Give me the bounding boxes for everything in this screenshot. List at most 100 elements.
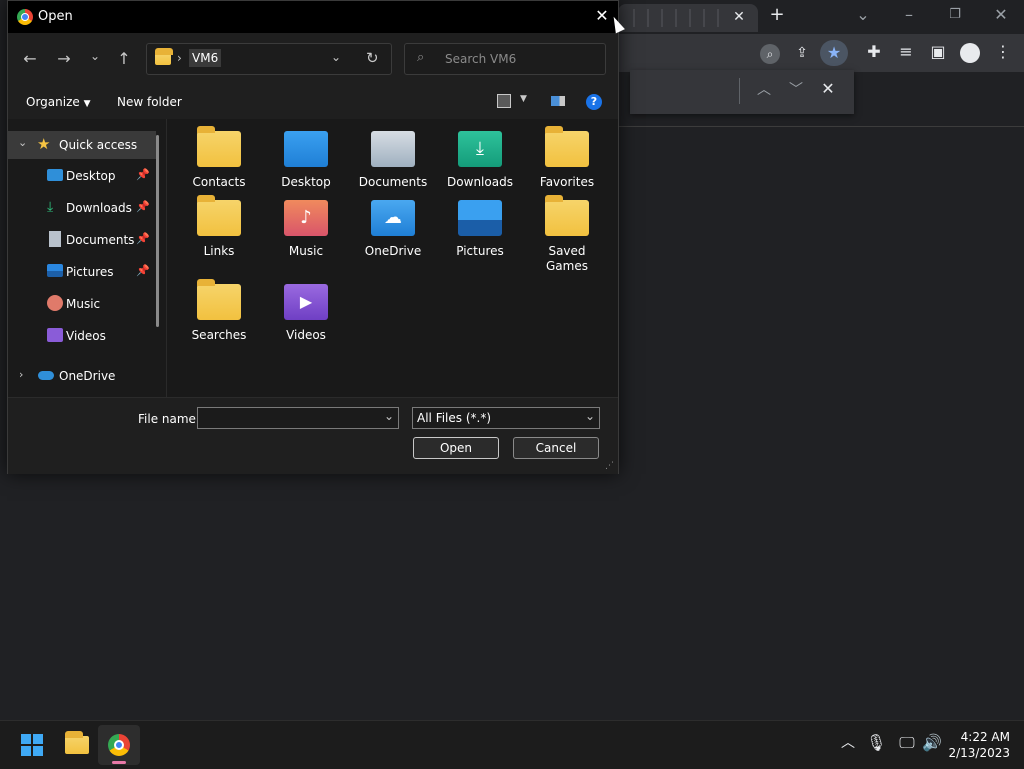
pin-icon: 📌 bbox=[136, 232, 150, 245]
side-panel-icon[interactable]: ▣ bbox=[928, 44, 948, 60]
nav-label: Documents bbox=[66, 233, 135, 247]
file-item-pictures[interactable]: Pictures bbox=[441, 188, 519, 259]
organize-label: Organize bbox=[26, 95, 80, 109]
file-item-videos[interactable]: ▶ Videos bbox=[267, 272, 345, 343]
file-item-downloads[interactable]: ⤓ Downloads bbox=[441, 119, 519, 190]
search-box[interactable]: ⌕ Search VM6 bbox=[404, 43, 606, 75]
folder-icon bbox=[545, 195, 589, 236]
up-arrow-icon[interactable]: ↑ bbox=[113, 49, 135, 68]
volume-icon[interactable]: 🔊 bbox=[922, 735, 942, 751]
find-next-icon[interactable]: ﹀ bbox=[786, 82, 806, 98]
file-item-onedrive[interactable]: ☁ OneDrive bbox=[354, 188, 432, 259]
nav-item-desktop[interactable]: Desktop 📌 bbox=[8, 162, 156, 190]
nav-label: Downloads bbox=[66, 201, 132, 215]
find-previous-icon[interactable]: ︿ bbox=[754, 82, 774, 98]
dialog-close-icon[interactable]: ✕ bbox=[592, 6, 612, 25]
file-label: Pictures bbox=[456, 244, 504, 258]
microphone-icon[interactable]: 🎙 bbox=[866, 735, 886, 751]
open-file-dialog: Open ✕ ← → ⌄ ↑ › VM6 ⌄ ↻ ⌕ Search VM6 Or… bbox=[7, 0, 619, 474]
file-item-searches[interactable]: Searches bbox=[180, 272, 258, 343]
cancel-button[interactable]: Cancel bbox=[513, 437, 599, 459]
bookmark-star-icon[interactable]: ★ bbox=[820, 40, 848, 66]
network-icon[interactable]: 🖵 bbox=[897, 735, 917, 751]
file-type-dropdown-icon: ⌄ bbox=[584, 409, 595, 423]
pictures-folder-icon bbox=[458, 200, 502, 236]
nav-label: OneDrive bbox=[59, 369, 116, 383]
clock-date: 2/13/2023 bbox=[948, 746, 1010, 760]
open-button[interactable]: Open bbox=[413, 437, 499, 459]
refresh-icon[interactable]: ↻ bbox=[366, 49, 379, 67]
preview-pane-icon[interactable] bbox=[551, 96, 565, 106]
back-arrow-icon[interactable]: ← bbox=[19, 49, 41, 68]
file-item-desktop[interactable]: Desktop bbox=[267, 119, 345, 190]
resize-grip-icon[interactable]: ⋰ bbox=[605, 461, 614, 471]
file-item-contacts[interactable]: Contacts bbox=[180, 119, 258, 190]
file-name-label: File name: bbox=[138, 412, 200, 426]
share-icon[interactable]: ⇪ bbox=[792, 45, 812, 61]
folder-icon bbox=[155, 48, 173, 65]
find-close-icon[interactable]: ✕ bbox=[818, 81, 838, 97]
file-type-value: All Files (*.*) bbox=[417, 411, 492, 425]
file-item-saved-games[interactable]: Saved Games bbox=[528, 188, 606, 274]
folder-icon bbox=[545, 126, 589, 167]
browser-page bbox=[618, 126, 1024, 721]
nav-item-quick-access[interactable]: ⌄ ★ Quick access bbox=[8, 131, 156, 159]
nav-item-documents[interactable]: Documents 📌 bbox=[8, 226, 156, 254]
breadcrumb-vm6[interactable]: VM6 bbox=[189, 49, 222, 67]
minimize-icon[interactable]: – bbox=[899, 7, 919, 23]
file-item-documents[interactable]: Documents bbox=[354, 119, 432, 190]
pin-icon: 📌 bbox=[136, 264, 150, 277]
nav-item-music[interactable]: Music bbox=[8, 290, 156, 318]
taskbar: ︿ 🎙 🖵 🔊 4:22 AM 2/13/2023 bbox=[0, 720, 1024, 769]
organize-dropdown-icon: ▼ bbox=[83, 99, 91, 109]
new-folder-button[interactable]: New folder bbox=[117, 95, 182, 109]
file-type-select[interactable]: All Files (*.*) ⌄ bbox=[412, 407, 600, 429]
forward-arrow-icon[interactable]: → bbox=[53, 49, 75, 68]
nav-item-downloads[interactable]: ⤓ Downloads 📌 bbox=[8, 194, 156, 222]
profile-avatar-icon[interactable] bbox=[960, 43, 980, 63]
reading-list-icon[interactable]: ≡ bbox=[896, 44, 916, 60]
file-explorer-icon[interactable] bbox=[65, 731, 89, 754]
chrome-icon bbox=[108, 734, 130, 756]
organize-button[interactable]: Organize ▼ bbox=[26, 95, 91, 109]
search-icon: ⌕ bbox=[417, 50, 425, 65]
nav-label: Videos bbox=[66, 329, 106, 343]
folder-icon bbox=[197, 126, 241, 167]
file-name-dropdown-icon[interactable]: ⌄ bbox=[384, 409, 394, 423]
file-label: OneDrive bbox=[364, 244, 422, 258]
address-dropdown-icon[interactable]: ⌄ bbox=[331, 50, 341, 64]
help-icon[interactable]: ? bbox=[586, 94, 602, 110]
videos-icon bbox=[47, 328, 63, 342]
command-bar: Organize ▼ New folder ▼ ? bbox=[8, 85, 618, 120]
file-name-input[interactable]: ⌄ bbox=[197, 407, 399, 429]
nav-label: Desktop bbox=[66, 169, 116, 183]
view-options-icon[interactable] bbox=[497, 94, 511, 108]
zoom-icon[interactable]: ⌕ bbox=[760, 44, 780, 64]
tab-close-icon[interactable]: ✕ bbox=[729, 9, 749, 25]
view-dropdown-icon[interactable]: ▼ bbox=[520, 94, 527, 104]
extensions-icon[interactable]: ✚ bbox=[864, 44, 884, 60]
recent-locations-icon[interactable]: ⌄ bbox=[84, 49, 106, 63]
new-tab-icon[interactable]: + bbox=[767, 6, 787, 24]
restore-icon[interactable]: ❐ bbox=[945, 7, 965, 23]
file-list: Contacts Desktop Documents ⤓ Downloads F… bbox=[167, 119, 618, 397]
nav-item-videos[interactable]: Videos bbox=[8, 322, 156, 350]
more-menu-icon[interactable]: ⋮ bbox=[993, 44, 1013, 60]
nav-item-pictures[interactable]: Pictures 📌 bbox=[8, 258, 156, 286]
address-bar[interactable]: › VM6 ⌄ ↻ bbox=[146, 43, 392, 75]
nav-scrollbar[interactable] bbox=[156, 135, 159, 327]
expand-chevron-icon[interactable]: › bbox=[19, 368, 23, 381]
file-item-favorites[interactable]: Favorites bbox=[528, 119, 606, 190]
system-clock[interactable]: 4:22 AM 2/13/2023 bbox=[948, 729, 1010, 761]
tab-search-icon[interactable]: ⌄ bbox=[853, 7, 873, 23]
file-label: Videos bbox=[286, 328, 326, 342]
nav-label: Pictures bbox=[66, 265, 114, 279]
browser-close-icon[interactable]: ✕ bbox=[991, 7, 1011, 23]
start-windows-icon[interactable] bbox=[21, 734, 43, 756]
file-item-links[interactable]: Links bbox=[180, 188, 258, 259]
expand-chevron-icon[interactable]: ⌄ bbox=[18, 136, 27, 149]
show-hidden-icons-icon[interactable]: ︿ bbox=[838, 735, 858, 751]
nav-item-onedrive[interactable]: › OneDrive bbox=[8, 362, 156, 390]
chrome-taskbar-button[interactable] bbox=[98, 725, 140, 765]
file-item-music[interactable]: ♪ Music bbox=[267, 188, 345, 259]
